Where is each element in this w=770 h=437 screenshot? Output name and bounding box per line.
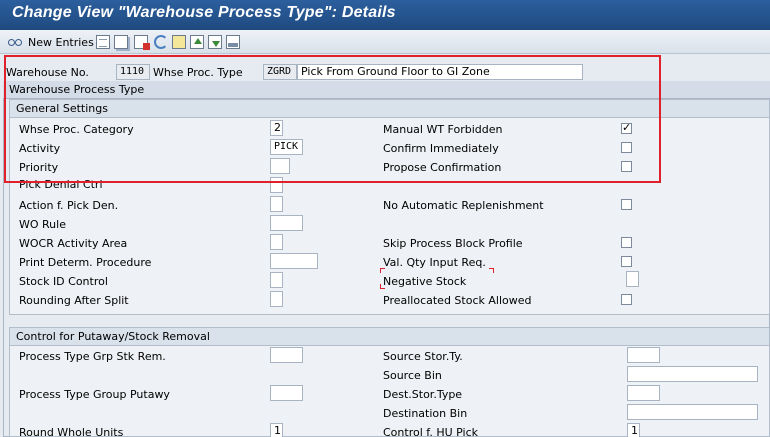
manual-wt-forbidden-checkbox[interactable] <box>621 121 632 134</box>
general-settings-header: General Settings <box>10 100 769 118</box>
process-type-group-putawy-field[interactable] <box>270 385 303 401</box>
print-button[interactable] <box>226 34 240 50</box>
putaway-control-group: Control for Putaway/Stock Removal <box>9 327 770 437</box>
undo-icon <box>154 35 168 49</box>
delete-button[interactable] <box>134 34 150 50</box>
pick-denial-ctrl-field[interactable] <box>270 177 283 193</box>
process-type-group-putawy-label: Process Type Group Putawy <box>19 388 170 401</box>
page-title: Change View "Warehouse Process Type": De… <box>12 4 396 21</box>
whse-proc-type-description: Pick From Ground Floor to GI Zone <box>297 64 583 80</box>
new-entries-label: New Entries <box>28 35 94 49</box>
preallocated-stock-allowed-label: Preallocated Stock Allowed <box>383 294 532 307</box>
general-settings-title: General Settings <box>16 102 108 115</box>
rounding-after-split-label: Rounding After Split <box>19 294 129 307</box>
glasses-icon <box>8 35 22 49</box>
dest-stor-type-field[interactable] <box>627 385 660 401</box>
stock-id-control-label: Stock ID Control <box>19 275 108 288</box>
source-bin-field[interactable] <box>627 366 758 382</box>
source-stor-ty-field[interactable] <box>627 347 660 363</box>
putaway-control-title: Control for Putaway/Stock Removal <box>16 330 210 343</box>
print-icon <box>226 35 240 49</box>
copy-icon <box>114 35 128 49</box>
copy-button[interactable] <box>114 34 128 50</box>
round-whole-units-label: Round Whole Units <box>19 426 124 437</box>
preallocated-stock-allowed-checkbox[interactable] <box>621 294 632 305</box>
whse-proc-type-field[interactable]: ZGRD <box>263 64 297 80</box>
priority-label: Priority <box>19 161 59 174</box>
negative-stock-field[interactable] <box>626 271 639 287</box>
details-button[interactable] <box>96 34 110 50</box>
action-pick-denial-field[interactable] <box>270 196 283 212</box>
previous-entry-icon <box>190 35 204 49</box>
action-pick-denial-label: Action f. Pick Den. <box>19 199 119 212</box>
skip-process-block-profile-label: Skip Process Block Profile <box>383 237 523 250</box>
select-icon <box>172 35 186 49</box>
stock-id-control-field[interactable] <box>270 272 283 288</box>
section-title: Warehouse Process Type <box>9 83 145 96</box>
warehouse-no-field[interactable]: 1110 <box>116 64 150 80</box>
destination-bin-label: Destination Bin <box>383 407 468 420</box>
source-bin-label: Source Bin <box>383 369 442 382</box>
no-automatic-replenishment-checkbox[interactable] <box>621 199 632 210</box>
next-entry-button[interactable] <box>208 34 222 50</box>
details-icon <box>96 35 110 49</box>
propose-confirmation-checkbox[interactable] <box>621 161 632 172</box>
wocr-activity-area-label: WOCR Activity Area <box>19 237 128 250</box>
process-type-grp-stk-rem-label: Process Type Grp Stk Rem. <box>19 350 166 363</box>
activity-field[interactable]: PICK <box>270 139 303 155</box>
print-determ-procedure-label: Print Determ. Procedure <box>19 256 152 269</box>
destination-bin-field[interactable] <box>627 404 758 420</box>
whse-proc-type-label: Whse Proc. Type <box>153 66 243 79</box>
wo-rule-field[interactable] <box>270 215 303 231</box>
whse-proc-category-field[interactable]: 2 <box>270 120 283 136</box>
activity-label: Activity <box>19 142 61 155</box>
section-header: Warehouse Process Type <box>3 81 770 99</box>
confirm-immediately-label: Confirm Immediately <box>383 142 499 155</box>
priority-field[interactable] <box>270 158 290 174</box>
round-whole-units-field[interactable]: 1 <box>270 423 283 437</box>
delete-icon <box>134 35 150 50</box>
control-hu-pick-field[interactable]: 1 <box>627 423 640 437</box>
control-hu-pick-label: Control f. HU Pick <box>383 426 479 437</box>
title-bar: Change View "Warehouse Process Type": De… <box>0 0 770 30</box>
warehouse-no-label: Warehouse No. <box>6 66 89 79</box>
rounding-after-split-field[interactable] <box>270 291 283 307</box>
print-determ-procedure-field[interactable] <box>270 253 318 269</box>
wo-rule-label: WO Rule <box>19 218 66 231</box>
skip-process-block-profile-checkbox[interactable] <box>621 237 632 248</box>
val-qty-input-req-checkbox[interactable] <box>621 256 632 267</box>
manual-wt-forbidden-label: Manual WT Forbidden <box>383 123 503 136</box>
whse-proc-category-label: Whse Proc. Category <box>19 123 134 136</box>
next-entry-icon <box>208 35 222 49</box>
previous-entry-button[interactable] <box>190 34 204 50</box>
pick-denial-ctrl-label: Pick Denial Ctrl <box>19 180 103 188</box>
process-type-grp-stk-rem-field[interactable] <box>270 347 303 363</box>
select-button[interactable] <box>172 34 186 50</box>
propose-confirmation-label: Propose Confirmation <box>383 161 502 174</box>
no-automatic-replenishment-label: No Automatic Replenishment <box>383 199 544 212</box>
dest-stor-type-label: Dest.Stor.Type <box>383 388 463 401</box>
wocr-activity-area-field[interactable] <box>270 234 283 250</box>
focus-marker <box>380 268 494 289</box>
application-toolbar: New Entries <box>0 30 770 54</box>
source-stor-ty-label: Source Stor.Ty. <box>383 350 463 363</box>
new-entries-button[interactable]: New Entries <box>8 34 94 50</box>
confirm-immediately-checkbox[interactable] <box>621 142 632 153</box>
putaway-control-header: Control for Putaway/Stock Removal <box>10 328 769 346</box>
undo-button[interactable] <box>154 34 168 50</box>
